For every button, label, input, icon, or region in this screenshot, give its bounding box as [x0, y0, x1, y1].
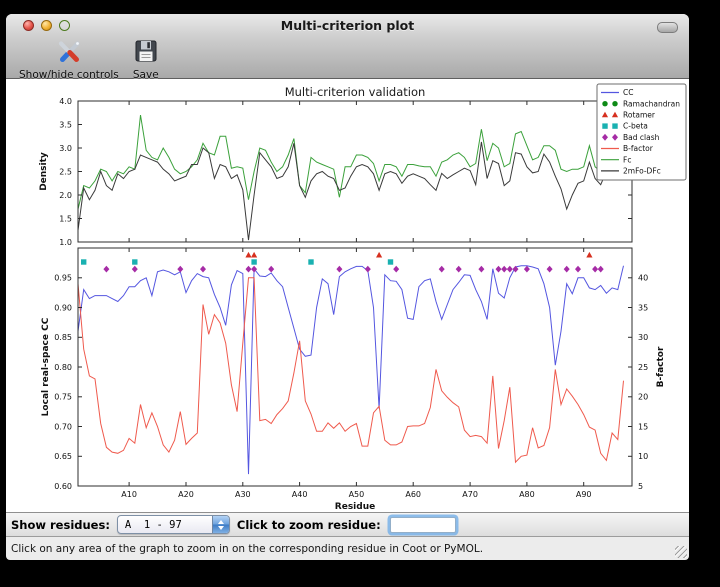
- multi-criterion-plot[interactable]: Multi-criterion validation 1.0 1.5 2.0 2.5 3.…: [6, 79, 689, 512]
- svg-text:A10: A10: [121, 490, 137, 499]
- multi-criterion-plot-window: Multi-criterion plot Show/hide controls: [6, 14, 689, 559]
- svg-text:Bad clash: Bad clash: [623, 133, 660, 142]
- toolbar-toggle-button[interactable]: [657, 22, 678, 33]
- show-residues-select[interactable]: A 1 - 97: [117, 515, 230, 534]
- svg-text:0.95: 0.95: [54, 274, 72, 283]
- svg-text:Rotamer: Rotamer: [623, 111, 656, 120]
- save-button[interactable]: Save: [133, 35, 159, 81]
- stepper-icon: [212, 516, 229, 533]
- svg-text:A50: A50: [349, 490, 365, 499]
- show-hide-controls-button[interactable]: Show/hide controls: [19, 35, 119, 81]
- controls-bar: Show residues: A 1 - 97 Click to zoom re…: [6, 512, 689, 536]
- svg-text:B-factor: B-factor: [623, 144, 654, 153]
- svg-text:3.0: 3.0: [59, 144, 72, 153]
- plot-title: Multi-criterion validation: [285, 85, 426, 99]
- svg-text:2.5: 2.5: [59, 167, 72, 176]
- zoom-residue-label: Click to zoom residue:: [237, 518, 381, 532]
- svg-text:C-beta: C-beta: [623, 122, 648, 131]
- bottom-ylabel-left: Local real-space CC: [41, 317, 51, 416]
- bottom-ylabel-right: B-factor: [656, 346, 666, 387]
- svg-text:35: 35: [638, 303, 648, 312]
- svg-text:0.60: 0.60: [54, 482, 72, 491]
- close-button[interactable]: [23, 20, 34, 31]
- save-icon: [133, 38, 159, 68]
- minimize-button[interactable]: [41, 20, 52, 31]
- svg-text:0.80: 0.80: [54, 363, 72, 372]
- zoom-button[interactable]: [59, 20, 70, 31]
- svg-text:0.70: 0.70: [54, 422, 72, 431]
- svg-text:Ramachandran: Ramachandran: [623, 99, 680, 108]
- svg-text:A30: A30: [235, 490, 251, 499]
- resize-grip-icon[interactable]: [675, 546, 687, 558]
- svg-text:0.65: 0.65: [54, 452, 72, 461]
- show-residues-label: Show residues:: [11, 518, 110, 532]
- svg-text:0.85: 0.85: [54, 333, 72, 342]
- svg-text:1.0: 1.0: [59, 238, 72, 247]
- svg-text:A70: A70: [462, 490, 478, 499]
- svg-text:2.0: 2.0: [59, 191, 72, 200]
- zoom-residue-input[interactable]: [390, 517, 456, 533]
- svg-text:4.0: 4.0: [59, 97, 72, 106]
- window-title: Multi-criterion plot: [76, 18, 619, 33]
- svg-text:2mFo-DFc: 2mFo-DFc: [623, 167, 661, 176]
- svg-text:CC: CC: [623, 88, 633, 97]
- svg-text:10: 10: [638, 452, 648, 461]
- svg-text:0.75: 0.75: [54, 393, 72, 402]
- svg-text:A20: A20: [178, 490, 194, 499]
- title-bar: Multi-criterion plot Show/hide controls: [6, 14, 689, 79]
- toolbar: Show/hide controls Save: [6, 35, 689, 78]
- window-controls: [23, 20, 70, 31]
- svg-text:A40: A40: [292, 490, 308, 499]
- svg-text:25: 25: [638, 363, 648, 372]
- svg-text:5: 5: [638, 482, 643, 491]
- svg-text:3.5: 3.5: [59, 120, 72, 129]
- status-bar: Click on any area of the graph to zoom i…: [6, 536, 689, 560]
- status-message: Click on any area of the graph to zoom i…: [11, 543, 483, 555]
- top-ylabel: Density: [39, 152, 49, 191]
- svg-text:1.5: 1.5: [59, 214, 72, 223]
- xlabel: Residue: [335, 502, 375, 512]
- plot-canvas: Multi-criterion validation 1.0 1.5 2.0 2.5 3.…: [6, 79, 689, 512]
- svg-text:30: 30: [638, 333, 648, 342]
- plot-legend: CC Ramachandran Rotamer C-beta Bad clash B-fa…: [597, 84, 686, 180]
- svg-text:20: 20: [638, 393, 648, 402]
- tools-icon: [54, 38, 84, 68]
- svg-text:A80: A80: [519, 490, 535, 499]
- show-residues-value: A 1 - 97: [118, 519, 212, 531]
- svg-text:15: 15: [638, 422, 648, 431]
- svg-text:A90: A90: [576, 490, 592, 499]
- svg-text:A60: A60: [405, 490, 421, 499]
- svg-text:40: 40: [638, 274, 648, 283]
- svg-text:0.90: 0.90: [54, 303, 72, 312]
- svg-text:Fc: Fc: [623, 155, 631, 164]
